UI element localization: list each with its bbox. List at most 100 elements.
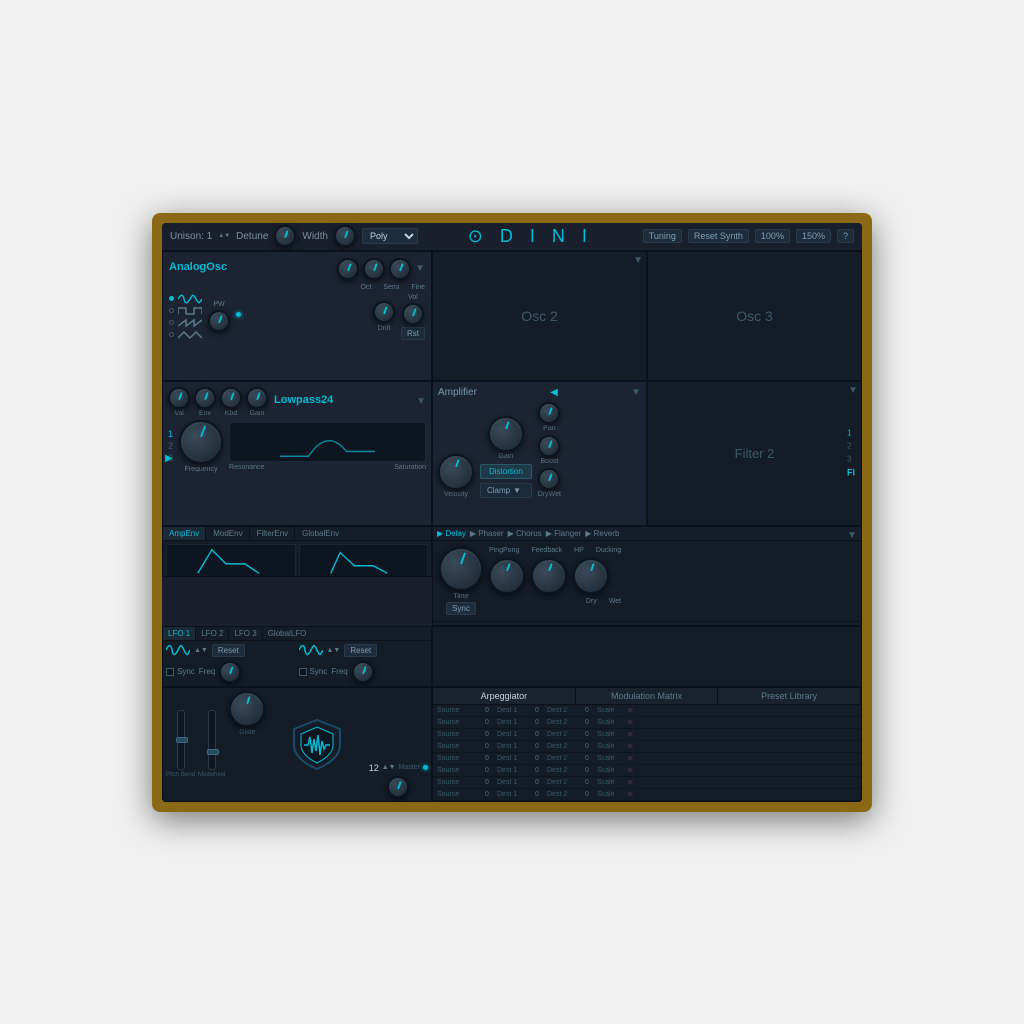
wave-tri[interactable] [169, 330, 202, 340]
master-knob[interactable] [387, 776, 409, 798]
pan-knob[interactable] [538, 402, 560, 424]
tab-globallfo[interactable]: GlobalLFO [263, 627, 312, 640]
lfo1-freq-knob[interactable] [219, 661, 241, 683]
wave-saw[interactable] [169, 318, 202, 328]
amp-arrow-down[interactable]: ▼ [631, 387, 641, 398]
delay-ducking-knob[interactable] [573, 558, 609, 594]
tab-lfo2[interactable]: LFO 2 [196, 627, 229, 640]
filter-gain-knob[interactable] [246, 387, 268, 409]
help-button[interactable]: ? [837, 229, 854, 243]
fx-tab-chorus[interactable]: ▶ Chorus [508, 529, 542, 538]
filter-num-2[interactable]: 2 [168, 441, 173, 451]
tab-modenv[interactable]: ModEnv [207, 527, 249, 540]
delay-hp-knob[interactable] [531, 558, 567, 594]
mod-x-1[interactable]: ✕ [627, 718, 639, 727]
zoom-150-button[interactable]: 150% [796, 229, 831, 243]
mod-x-2[interactable]: ✕ [627, 730, 639, 739]
detune-knob[interactable] [274, 225, 296, 247]
velocity-knob[interactable] [438, 454, 474, 490]
vol-knob[interactable] [402, 303, 424, 325]
tab-modmatrix[interactable]: Modulation Matrix [576, 688, 719, 704]
width-knob[interactable] [334, 225, 356, 247]
wave-sine[interactable] [169, 294, 202, 304]
glide-knob[interactable] [229, 691, 265, 727]
mod-dest1-3: Dest 1 [497, 743, 527, 750]
delay-sync-button[interactable]: Sync [446, 602, 476, 615]
lfo2-wave-row: ▲▼ Reset [299, 644, 429, 657]
filter-env-knob[interactable] [194, 387, 216, 409]
filter-kbd-label: Kbd [225, 410, 237, 417]
lfo2-freq-knob[interactable] [352, 661, 374, 683]
filter-vel-knob[interactable] [168, 387, 190, 409]
mod-dest1-5: Dest 1 [497, 767, 527, 774]
mod-wheel-slider[interactable] [208, 710, 216, 770]
filter2-arrow[interactable]: ▼ [848, 385, 858, 396]
voice-count-spinner[interactable]: ▲▼ [382, 764, 396, 771]
filter-route-arrow[interactable]: ▶ [165, 453, 173, 464]
mod-dest1-2: Dest 1 [497, 731, 527, 738]
fx-tab-flanger[interactable]: ▶ Flanger [546, 529, 582, 538]
gain-knob[interactable] [488, 416, 524, 452]
mod-x-4[interactable]: ✕ [627, 754, 639, 763]
tab-arpeggiator[interactable]: Arpeggiator [433, 688, 576, 704]
wave-square[interactable] [169, 306, 202, 316]
tab-filterenv[interactable]: FilterEnv [251, 527, 296, 540]
drywet-knob[interactable] [538, 468, 560, 490]
poly-select[interactable]: Poly Mono Legato [362, 228, 418, 244]
osc1-menu-arrow[interactable]: ▼ [415, 263, 425, 274]
delay-feedback-knob[interactable] [489, 558, 525, 594]
filter-freq-knob[interactable] [179, 420, 223, 464]
tab-globalenv[interactable]: GlobalEnv [296, 527, 345, 540]
lfo1-sync[interactable]: Sync [166, 667, 195, 676]
fx-tab-reverb[interactable]: ▶ Reverb [585, 529, 619, 538]
drift-knob[interactable] [373, 301, 395, 323]
mod-x-0[interactable]: ✕ [627, 706, 639, 715]
lfo1-wave-spinner[interactable]: ▲▼ [194, 647, 208, 654]
bottom-tabs: Arpeggiator Modulation Matrix Preset Lib… [433, 688, 861, 705]
mod-x-6[interactable]: ✕ [627, 778, 639, 787]
mod-matrix-row-7: Source 0 Dest 1 0 Dest 2 0 Scale ✕ [433, 789, 861, 801]
mod-dest1-0: Dest 1 [497, 707, 527, 714]
lfo2-wave-spinner[interactable]: ▲▼ [327, 647, 341, 654]
filter3-arrow[interactable]: ▼ [847, 530, 857, 541]
filter-arrow[interactable]: ▼ [416, 396, 426, 407]
clamp-button[interactable]: Clamp ▼ [480, 483, 532, 498]
delay-top-options: PingPong Feedback HP Ducking [489, 547, 621, 554]
mod-x-7[interactable]: ✕ [627, 790, 639, 799]
mod-x-5[interactable]: ✕ [627, 766, 639, 775]
osc1-oct-knob[interactable] [337, 258, 359, 280]
zoom-100-button[interactable]: 100% [755, 229, 790, 243]
lfo2-reset-btn[interactable]: Reset [344, 644, 377, 657]
tab-presetlibrary[interactable]: Preset Library [718, 688, 861, 704]
distortion-button[interactable]: Distortion [480, 464, 532, 479]
osc2-arrow[interactable]: ▼ [633, 255, 643, 266]
filter-num-1[interactable]: 1 [168, 429, 173, 439]
mod-source-7: Source [437, 791, 477, 798]
mod-dest1-1: Dest 1 [497, 719, 527, 726]
amp-arrow-left[interactable]: ◀ [550, 387, 558, 398]
boost-knob[interactable] [538, 435, 560, 457]
unison-spinner[interactable]: ▲▼ [218, 233, 230, 239]
mod-x-3[interactable]: ✕ [627, 742, 639, 751]
osc1-fine-knob[interactable] [389, 258, 411, 280]
master-knob-area [369, 776, 428, 798]
osc1-knob-labels: Oct Semi Fine [169, 284, 425, 291]
lfo2-sync[interactable]: Sync [299, 667, 328, 676]
osc1-semi-knob[interactable] [363, 258, 385, 280]
lfo1-reset-btn[interactable]: Reset [212, 644, 245, 657]
tab-lfo1[interactable]: LFO 1 [163, 627, 196, 640]
rst-button[interactable]: Rst [401, 327, 425, 340]
fx-tab-phaser[interactable]: ▶ Phaser [470, 529, 504, 538]
tab-ampenv[interactable]: AmpEnv [163, 527, 206, 540]
mod-matrix-section: Arpeggiator Modulation Matrix Preset Lib… [432, 687, 862, 802]
tab-lfo3[interactable]: LFO 3 [229, 627, 262, 640]
pitch-bend-slider[interactable] [177, 710, 185, 770]
filter-kbd-knob[interactable] [220, 387, 242, 409]
ducking-label: Ducking [596, 547, 621, 554]
fx-tab-delay[interactable]: ▶ Delay [437, 529, 466, 538]
tuning-button[interactable]: Tuning [643, 229, 682, 243]
resonance-label: Resonance [229, 464, 264, 471]
pw-knob[interactable] [208, 310, 230, 332]
reset-synth-button[interactable]: Reset Synth [688, 229, 749, 243]
delay-time-knob[interactable] [439, 547, 483, 591]
